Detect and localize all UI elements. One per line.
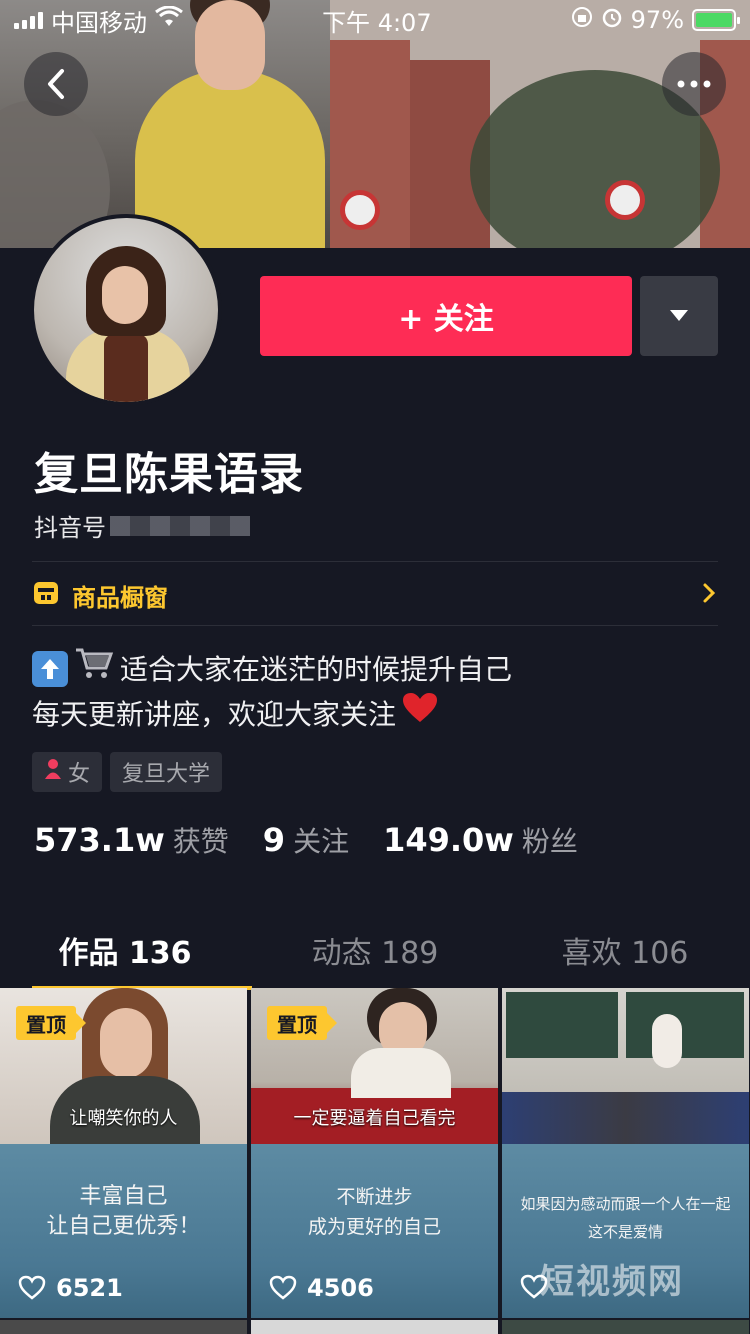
douyin-id-blurred — [110, 515, 250, 536]
heart-icon — [402, 692, 438, 736]
carrier-label: 中国移动 — [51, 8, 147, 37]
profile-name: 复旦陈果语录 — [34, 449, 304, 500]
follow-button[interactable]: + 关注 — [260, 276, 632, 356]
video-title: 如果因为感动而跟一个人在一起 这不是爱情 — [502, 1190, 749, 1246]
female-icon — [44, 758, 62, 786]
divider — [32, 625, 718, 626]
fans-label: 粉丝 — [521, 825, 578, 858]
avatar[interactable] — [30, 214, 222, 406]
status-bar: 中国移动 下午 4:07 97% — [0, 0, 750, 40]
clock-time: 下午 4:07 — [322, 8, 432, 37]
heart-outline-icon — [269, 1275, 297, 1300]
following-count: 9 — [262, 821, 286, 859]
bio-line-2: 每天更新讲座，欢迎大家关注 — [32, 697, 397, 731]
pinned-badge: 置顶 — [267, 1006, 337, 1040]
video-title-line: 不断进步 — [336, 1186, 413, 1208]
likes-count: 573.1w — [34, 821, 165, 859]
following-label: 关注 — [293, 825, 350, 858]
battery-icon — [692, 9, 740, 31]
profile-tabs: 作品 136 动态 189 喜欢 106 — [0, 910, 750, 990]
tab-works[interactable]: 作品 136 — [0, 910, 252, 990]
bio-line-1: 适合大家在迷茫的时候提升自己 — [120, 652, 513, 686]
likes-stat: 573.1w 获赞 — [34, 820, 229, 860]
caret-down-icon — [670, 310, 688, 321]
school-tag-label: 复旦大学 — [122, 762, 211, 787]
cart-icon — [74, 646, 114, 692]
following-stat[interactable]: 9 关注 — [263, 820, 349, 860]
bio: 适合大家在迷茫的时候提升自己 每天更新讲座，欢迎大家关注 — [32, 646, 512, 736]
likes-label: 获赞 — [172, 825, 229, 858]
alarm-icon — [601, 6, 623, 34]
shop-window-label: 商品橱窗 — [72, 583, 168, 612]
fans-stat[interactable]: 149.0w 粉丝 — [383, 820, 578, 860]
back-button[interactable] — [24, 52, 88, 116]
video-title-line: 如果因为感动而跟一个人在一起 — [520, 1195, 731, 1213]
chevron-left-icon — [48, 69, 64, 99]
video-title-line: 让自己更优秀！ — [46, 1214, 201, 1239]
like-count: 6521 — [18, 1274, 123, 1302]
like-count-value: 4506 — [307, 1274, 374, 1302]
follow-button-label: + 关注 — [398, 302, 494, 337]
tab-activity[interactable]: 动态 189 — [250, 910, 500, 990]
divider — [32, 561, 718, 562]
video-grid-next-row — [0, 1320, 750, 1334]
gender-tag-label: 女 — [68, 762, 91, 787]
video-title-line: 丰富自己 — [79, 1184, 168, 1209]
gender-tag: 女 — [32, 752, 103, 792]
douyin-id-label: 抖音号 — [34, 514, 106, 542]
douyin-id: 抖音号 — [34, 508, 250, 543]
video-caption: 一定要逼着自己看完 — [293, 1108, 456, 1129]
heart-outline-icon — [18, 1275, 46, 1300]
like-count: 4506 — [269, 1274, 374, 1302]
more-button[interactable] — [662, 52, 726, 116]
fans-count: 149.0w — [383, 821, 514, 859]
up-arrow-icon — [32, 651, 68, 687]
chevron-right-icon — [702, 582, 716, 608]
more-dots-icon — [677, 80, 711, 88]
battery-percent: 97% — [630, 6, 684, 34]
video-title-line: 成为更好的自己 — [307, 1216, 441, 1238]
video-title: 不断进步 成为更好的自己 — [251, 1182, 498, 1242]
like-count-value: 6521 — [56, 1274, 123, 1302]
rotation-lock-icon — [571, 6, 593, 34]
watermark: 短视频网 — [540, 1262, 684, 1302]
video-caption: 让嘲笑你的人 — [69, 1108, 178, 1129]
shop-window-row[interactable]: 商品橱窗 — [32, 572, 718, 618]
profile-stats: 573.1w 获赞 9 关注 149.0w 粉丝 — [34, 820, 578, 860]
tab-liked[interactable]: 喜欢 106 — [500, 910, 750, 990]
video-thumbnail[interactable]: 一定要逼着自己看完 不断进步 成为更好的自己 置顶 4506 — [251, 988, 498, 1318]
recommend-dropdown-button[interactable] — [640, 276, 718, 356]
pinned-badge: 置顶 — [16, 1006, 86, 1040]
video-title: 丰富自己 让自己更优秀！ — [0, 1182, 247, 1242]
profile-tags: 女 复旦大学 — [32, 752, 223, 792]
school-tag: 复旦大学 — [110, 752, 223, 792]
video-thumbnail[interactable]: 让嘲笑你的人 丰富自己 让自己更优秀！ 置顶 6521 — [0, 988, 247, 1318]
video-title-line: 这不是爱情 — [587, 1223, 663, 1241]
signal-icon — [14, 11, 43, 29]
shop-icon — [32, 580, 60, 610]
wifi-icon — [155, 5, 183, 34]
